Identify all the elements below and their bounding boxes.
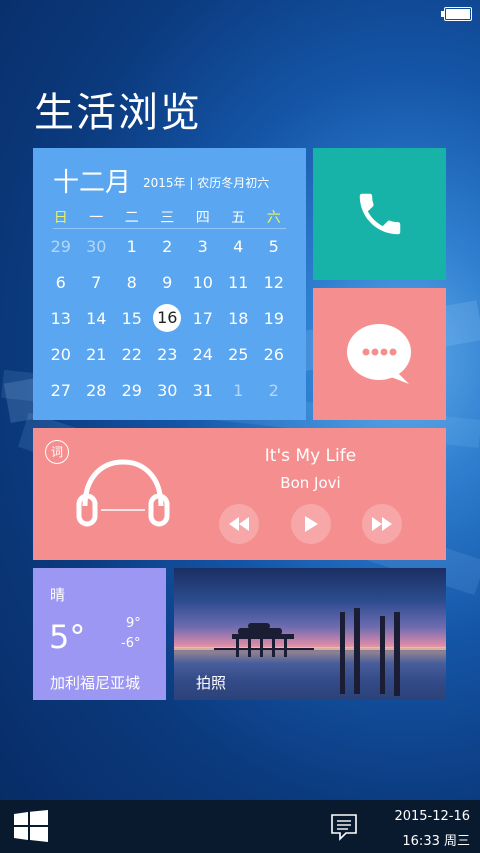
calendar-day[interactable]: 1 [221, 381, 257, 400]
calendar-day[interactable]: 11 [221, 273, 257, 292]
calendar-day[interactable]: 3 [185, 237, 221, 256]
status-bar [0, 0, 480, 26]
start-button[interactable] [14, 810, 48, 842]
calendar-day[interactable]: 12 [256, 273, 292, 292]
rewind-icon [229, 517, 249, 531]
calendar-day[interactable]: 10 [185, 273, 221, 292]
calendar-day[interactable]: 14 [79, 309, 115, 328]
calendar-week: 13 14 15 16 17 18 19 [43, 300, 303, 336]
calendar-day[interactable]: 30 [79, 237, 115, 256]
calendar-day[interactable]: 5 [256, 237, 292, 256]
calendar-day[interactable]: 25 [221, 345, 257, 364]
camera-label: 拍照 [196, 674, 227, 692]
weekday-label: 日 [53, 210, 68, 226]
calendar-day[interactable]: 9 [150, 273, 186, 292]
previous-button[interactable] [219, 504, 259, 544]
calendar-day[interactable]: 23 [150, 345, 186, 364]
calendar-day[interactable]: 15 [114, 309, 150, 328]
today-marker: 16 [153, 304, 182, 332]
action-center-icon [331, 814, 357, 841]
calendar-day[interactable]: 29 [43, 237, 79, 256]
calendar-day[interactable]: 31 [185, 381, 221, 400]
message-tile[interactable] [313, 288, 446, 420]
calendar-day[interactable]: 27 [43, 381, 79, 400]
calendar-week: 29 30 1 2 3 4 5 [43, 228, 303, 264]
calendar-day[interactable]: 29 [114, 381, 150, 400]
calendar-tile[interactable]: 十二月 2015年 | 农历冬月初六 日 一 二 三 四 五 六 29 30 1… [33, 148, 306, 420]
weekday-header: 日 一 二 三 四 五 六 [43, 206, 303, 228]
fast-forward-icon [372, 517, 392, 531]
calendar-day[interactable]: 18 [221, 309, 257, 328]
current-temperature: 5° [49, 618, 86, 656]
calendar-week: 6 7 8 9 10 11 12 [43, 264, 303, 300]
phone-tile[interactable] [313, 148, 446, 280]
weekday-label: 六 [266, 210, 281, 226]
weekday-label: 二 [124, 210, 139, 226]
calendar-day[interactable]: 28 [79, 381, 115, 400]
calendar-day[interactable]: 19 [256, 309, 292, 328]
weather-tile[interactable]: 晴 5° 9° -6° 加利福尼亚城 [33, 568, 166, 700]
calendar-day[interactable]: 21 [79, 345, 115, 364]
weekday-label: 一 [89, 210, 104, 226]
calendar-day[interactable]: 2 [256, 381, 292, 400]
play-button[interactable] [291, 504, 331, 544]
weekday-label: 四 [195, 210, 210, 226]
calendar-grid: 日 一 二 三 四 五 六 29 30 1 2 3 4 5 6 7 8 9 10… [43, 206, 303, 408]
play-icon [305, 516, 318, 532]
calendar-day[interactable]: 8 [114, 273, 150, 292]
high-temperature: 9° [126, 616, 141, 631]
weather-city: 加利福尼亚城 [50, 674, 141, 692]
windows-logo-icon [14, 810, 48, 842]
song-artist: Bon Jovi [280, 474, 341, 492]
calendar-month: 十二月 [53, 168, 132, 198]
calendar-day[interactable]: 24 [185, 345, 221, 364]
calendar-day[interactable]: 13 [43, 309, 79, 328]
phone-icon [359, 193, 400, 235]
next-button[interactable] [362, 504, 402, 544]
calendar-day[interactable]: 4 [221, 237, 257, 256]
action-center-button[interactable] [330, 813, 358, 841]
taskbar-date[interactable]: 2015-12-16 [394, 809, 470, 824]
calendar-day[interactable]: 22 [114, 345, 150, 364]
headphones-icon [76, 459, 170, 527]
calendar-day[interactable]: 6 [43, 273, 79, 292]
calendar-day[interactable]: 17 [185, 309, 221, 328]
calendar-week: 27 28 29 30 31 1 2 [43, 372, 303, 408]
calendar-day-today[interactable]: 16 [150, 304, 186, 332]
low-temperature: -6° [121, 636, 141, 651]
music-tile[interactable]: 词 It's My Life Bon Jovi [33, 428, 446, 560]
weekday-label: 五 [231, 210, 246, 226]
weekday-label: 三 [160, 210, 175, 226]
chat-bubble-icon [346, 324, 411, 384]
calendar-day[interactable]: 30 [150, 381, 186, 400]
lyric-button[interactable]: 词 [45, 440, 69, 464]
calendar-day[interactable]: 20 [43, 345, 79, 364]
calendar-day[interactable]: 26 [256, 345, 292, 364]
weather-condition: 晴 [50, 586, 66, 604]
taskbar: 2015-12-16 16:33 周三 [0, 800, 480, 853]
page-title: 生活浏览 [34, 90, 202, 136]
calendar-day[interactable]: 7 [79, 273, 115, 292]
taskbar-time[interactable]: 16:33 周三 [402, 830, 470, 849]
camera-tile[interactable]: 拍照 [174, 568, 446, 700]
calendar-day[interactable]: 1 [114, 237, 150, 256]
song-title: It's My Life [264, 446, 357, 466]
calendar-subtitle: 2015年 | 农历冬月初六 [143, 176, 270, 190]
calendar-week: 20 21 22 23 24 25 26 [43, 336, 303, 372]
calendar-day[interactable]: 2 [150, 237, 186, 256]
battery-icon [441, 7, 472, 21]
